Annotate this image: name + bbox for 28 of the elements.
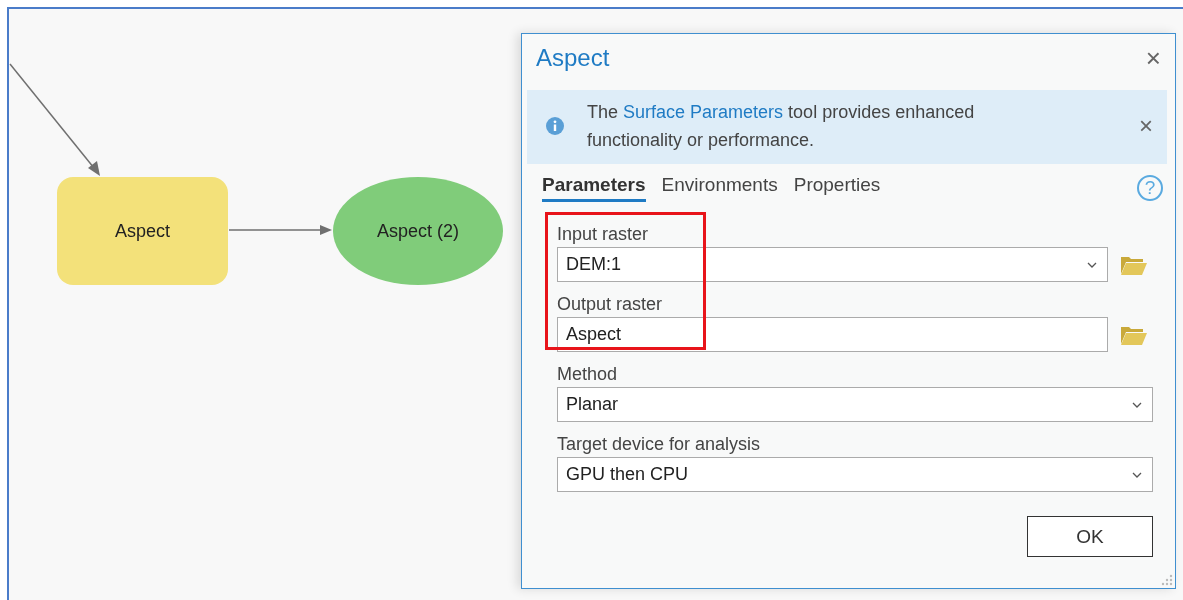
field-value: Aspect: [566, 324, 622, 345]
close-button[interactable]: ×: [1145, 45, 1161, 71]
field-label: Output raster: [557, 294, 663, 315]
tab[interactable]: Environments: [661, 174, 778, 202]
process-node[interactable]: Aspect: [57, 177, 228, 285]
dialog-title: Aspect: [536, 44, 610, 72]
dropdown-field[interactable]: DEM:1: [557, 247, 1108, 282]
chevron-down-icon: [1132, 471, 1142, 478]
info-message: The Surface Parameters tool provides enhanced functionality or performance.: [587, 101, 976, 152]
dropdown-field[interactable]: Planar: [557, 387, 1153, 422]
close-button[interactable]: ×: [1139, 114, 1153, 138]
ok-button[interactable]: OK: [1027, 516, 1153, 557]
info-icon: [545, 116, 565, 136]
input-field[interactable]: Aspect: [557, 317, 1108, 352]
tool-link[interactable]: Surface Parameters: [623, 102, 784, 122]
data-node[interactable]: Aspect (2): [333, 177, 503, 285]
tab[interactable]: Properties: [793, 174, 881, 202]
field-value: Planar: [566, 394, 619, 415]
field-label: Target device for analysis: [557, 434, 761, 455]
tab[interactable]: Parameters: [542, 174, 646, 202]
resize-grip-icon[interactable]: [1159, 572, 1173, 586]
field-value: DEM:1: [566, 254, 621, 275]
chevron-down-icon: [1132, 401, 1142, 408]
field-value: GPU then CPU: [566, 464, 689, 485]
field-label: Input raster: [557, 224, 649, 245]
chevron-down-icon: [1087, 261, 1097, 268]
field-label: Method: [557, 364, 618, 385]
dropdown-field[interactable]: GPU then CPU: [557, 457, 1153, 492]
